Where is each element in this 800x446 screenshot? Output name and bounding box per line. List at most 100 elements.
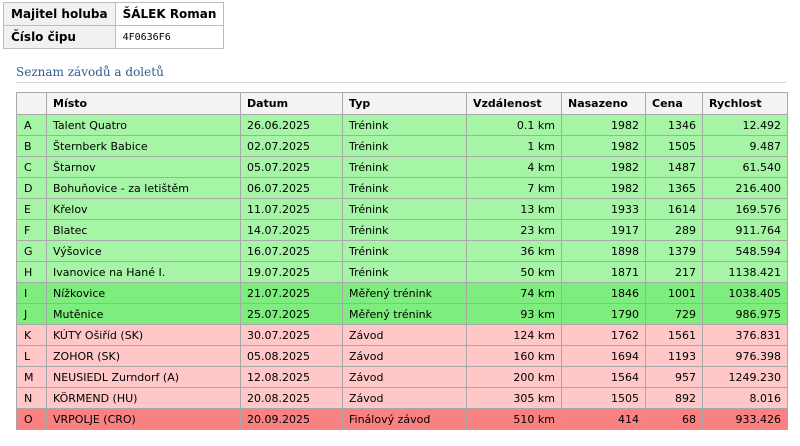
cell-date: 12.08.2025 (240, 366, 343, 388)
cell-released: 1982 (561, 114, 646, 136)
cell-prize: 957 (645, 366, 703, 388)
cell-date: 05.08.2025 (240, 345, 343, 367)
cell-prize: 1614 (645, 198, 703, 220)
cell-released: 1564 (561, 366, 646, 388)
table-row[interactable]: C Štarnov 05.07.2025 Trénink 4 km 1982 1487 61.… (16, 156, 788, 178)
cell-speed: 169.576 (702, 198, 788, 220)
chip-row: Číslo čipu 4F0636F6 (3, 25, 225, 49)
table-row[interactable]: D Bohuňovice - za letištěm 06.07.2025 Tréni… (16, 177, 788, 199)
cell-distance: 1 km (466, 135, 562, 157)
header-place[interactable]: Místo (46, 92, 241, 115)
table-row[interactable]: B Šternberk Babice 02.07.2025 Trénink 1 km 19… (16, 135, 788, 157)
header-type[interactable]: Typ (342, 92, 467, 115)
header-distance[interactable]: Vzdálenost (466, 92, 562, 115)
header-date[interactable]: Datum (240, 92, 343, 115)
cell-date: 20.08.2025 (240, 387, 343, 409)
table-row[interactable]: H Ivanovice na Hané I. 19.07.2025 Trénink 50… (16, 261, 788, 283)
cell-prize: 68 (645, 408, 703, 430)
cell-place: Bohuňovice - za letištěm (46, 177, 241, 199)
table-row[interactable]: M NEUSIEDL Zurndorf (A) 12.08.2025 Závod 200… (16, 366, 788, 388)
table-row[interactable]: K KÚTY Ošiříd (SK) 30.07.2025 Závod 124 km 17… (16, 324, 788, 346)
cell-released: 1505 (561, 387, 646, 409)
cell-date: 21.07.2025 (240, 282, 343, 304)
header-letter (16, 92, 47, 115)
table-row[interactable]: J Mutěnice 25.07.2025 Měřený trénink 93 km 17… (16, 303, 788, 325)
cell-letter: J (16, 303, 47, 325)
table-row[interactable]: G Výšovice 16.07.2025 Trénink 36 km 1898 1379 5… (16, 240, 788, 262)
cell-distance: 23 km (466, 219, 562, 241)
cell-speed: 976.398 (702, 345, 788, 367)
cell-type: Měřený trénink (342, 282, 467, 304)
cell-type: Závod (342, 324, 467, 346)
cell-released: 414 (561, 408, 646, 430)
cell-place: Štarnov (46, 156, 241, 178)
cell-type: Závod (342, 366, 467, 388)
cell-speed: 933.426 (702, 408, 788, 430)
table-row[interactable]: O VRPOLJE (CRO) 20.09.2025 Finálový závod 51… (16, 408, 788, 430)
cell-prize: 1365 (645, 177, 703, 199)
cell-prize: 289 (645, 219, 703, 241)
cell-date: 25.07.2025 (240, 303, 343, 325)
cell-released: 1790 (561, 303, 646, 325)
cell-distance: 4 km (466, 156, 562, 178)
table-row[interactable]: A Talent Quatro 26.06.2025 Trénink 0.1 km 198… (16, 114, 788, 136)
cell-type: Trénink (342, 114, 467, 136)
table-row[interactable]: I Nížkovice 21.07.2025 Měřený trénink 74 km 1… (16, 282, 788, 304)
cell-prize: 1001 (645, 282, 703, 304)
cell-letter: B (16, 135, 47, 157)
table-row[interactable]: N KÖRMEND (HU) 20.08.2025 Závod 305 km 1505 89… (16, 387, 788, 409)
cell-place: KÖRMEND (HU) (46, 387, 241, 409)
races-body: A Talent Quatro 26.06.2025 Trénink 0.1 km 198… (16, 114, 788, 430)
races-table: Místo Datum Typ Vzdálenost Nasazeno Cena… (16, 92, 788, 430)
cell-date: 05.07.2025 (240, 156, 343, 178)
table-row[interactable]: E Křelov 11.07.2025 Trénink 13 km 1933 1614 169… (16, 198, 788, 220)
cell-speed: 1038.405 (702, 282, 788, 304)
cell-distance: 510 km (466, 408, 562, 430)
cell-distance: 160 km (466, 345, 562, 367)
cell-type: Trénink (342, 198, 467, 220)
cell-prize: 1379 (645, 240, 703, 262)
cell-speed: 911.764 (702, 219, 788, 241)
owner-label: Majitel holuba (3, 2, 116, 26)
cell-date: 14.07.2025 (240, 219, 343, 241)
cell-place: Šternberk Babice (46, 135, 241, 157)
cell-released: 1846 (561, 282, 646, 304)
cell-type: Závod (342, 345, 467, 367)
cell-released: 1982 (561, 177, 646, 199)
cell-speed: 376.831 (702, 324, 788, 346)
cell-date: 19.07.2025 (240, 261, 343, 283)
cell-distance: 50 km (466, 261, 562, 283)
cell-letter: L (16, 345, 47, 367)
cell-letter: K (16, 324, 47, 346)
cell-prize: 892 (645, 387, 703, 409)
cell-distance: 93 km (466, 303, 562, 325)
cell-released: 1917 (561, 219, 646, 241)
cell-prize: 1193 (645, 345, 703, 367)
cell-date: 30.07.2025 (240, 324, 343, 346)
cell-date: 02.07.2025 (240, 135, 343, 157)
cell-letter: A (16, 114, 47, 136)
chip-value: 4F0636F6 (114, 25, 225, 49)
cell-letter: N (16, 387, 47, 409)
cell-type: Trénink (342, 240, 467, 262)
cell-speed: 1138.421 (702, 261, 788, 283)
cell-place: VRPOLJE (CRO) (46, 408, 241, 430)
header-prize[interactable]: Cena (645, 92, 703, 115)
table-row[interactable]: F Blatec 14.07.2025 Trénink 23 km 1917 289 911.… (16, 219, 788, 241)
cell-place: NEUSIEDL Zurndorf (A) (46, 366, 241, 388)
cell-prize: 1561 (645, 324, 703, 346)
cell-place: Ivanovice na Hané I. (46, 261, 241, 283)
cell-type: Trénink (342, 219, 467, 241)
cell-distance: 200 km (466, 366, 562, 388)
cell-letter: H (16, 261, 47, 283)
table-row[interactable]: L ZOHOR (SK) 05.08.2025 Závod 160 km 1694 1193… (16, 345, 788, 367)
header-released[interactable]: Nasazeno (561, 92, 646, 115)
cell-speed: 61.540 (702, 156, 788, 178)
cell-released: 1898 (561, 240, 646, 262)
cell-released: 1933 (561, 198, 646, 220)
cell-speed: 8.016 (702, 387, 788, 409)
cell-distance: 36 km (466, 240, 562, 262)
header-speed[interactable]: Rychlost (702, 92, 788, 115)
cell-distance: 305 km (466, 387, 562, 409)
cell-speed: 986.975 (702, 303, 788, 325)
